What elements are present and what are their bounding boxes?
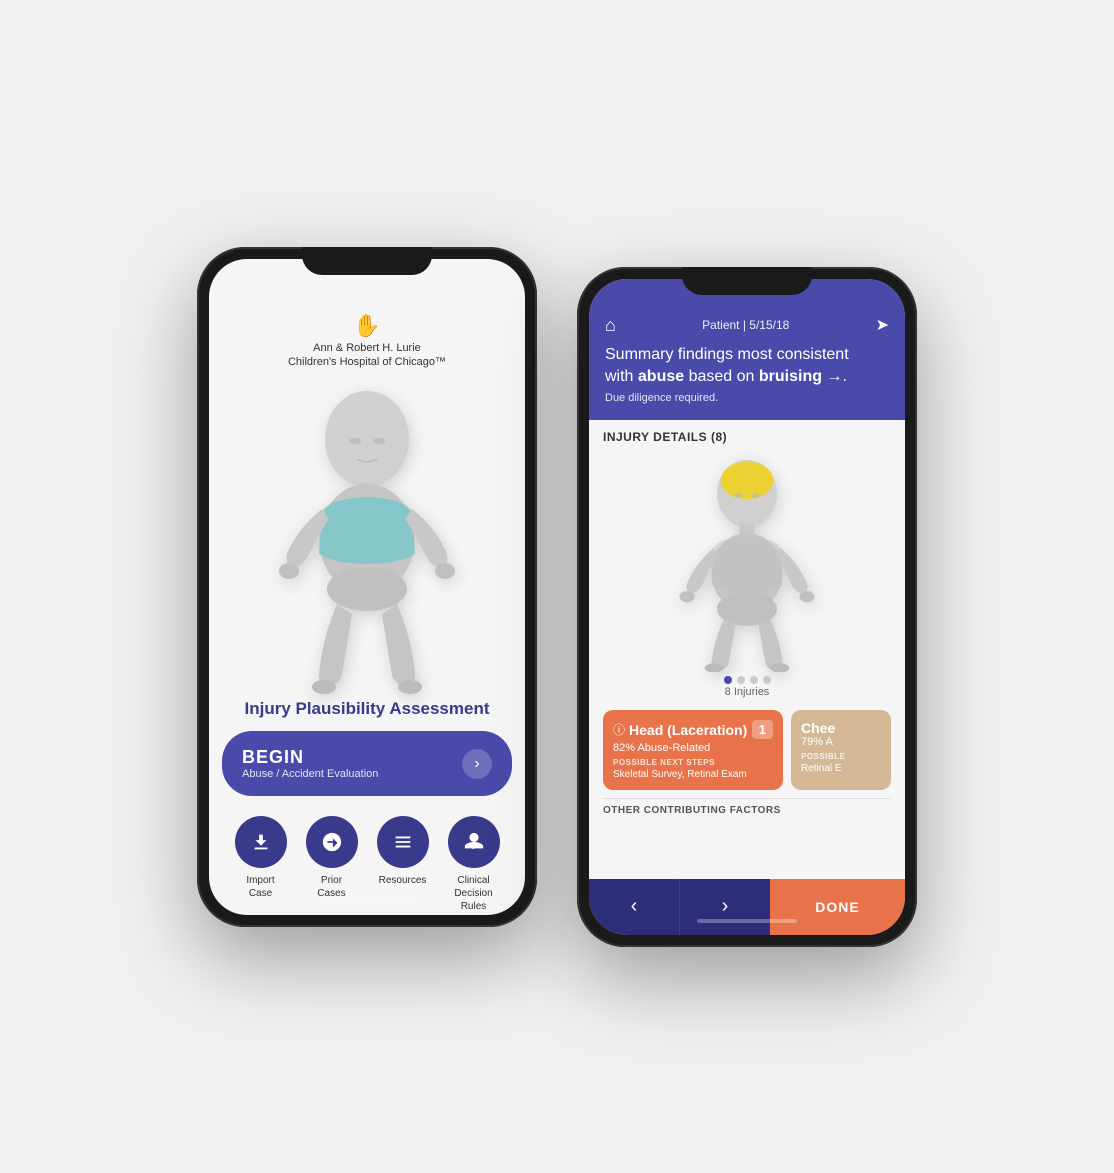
- clinical-decision-rules-label: ClinicalDecisionRules: [454, 874, 492, 913]
- injury-badge: 1: [752, 720, 773, 739]
- prior-cases-icon: [306, 816, 358, 868]
- body-container-left: Injury Plausibility Assessment BEGIN Abu…: [209, 379, 525, 914]
- other-contributing-title: OTHER CONTRIBUTING FACTORS: [603, 805, 891, 816]
- due-diligence: Due diligence required.: [605, 392, 889, 404]
- injury-cards: ⓘ Head (Laceration) 1 82% Abuse-Related …: [603, 710, 891, 790]
- resources-label: Resources: [379, 874, 427, 887]
- clinical-decision-rules-button[interactable]: ClinicalDecisionRules: [448, 816, 500, 913]
- cheek-next-val: Retinal E: [801, 763, 881, 774]
- send-icon[interactable]: ➤: [876, 315, 889, 335]
- phone2-header: ⌂ Patient | 5/15/18 ➤ Summary findings m…: [589, 279, 905, 421]
- logo-icon: ✋: [288, 313, 446, 339]
- done-button[interactable]: DONE: [770, 879, 905, 935]
- next-steps-label: POSSIBLE NEXT STEPS: [613, 758, 773, 767]
- injury-title: INJURY DETAILS (8): [603, 430, 891, 444]
- prev-button[interactable]: ‹: [589, 879, 679, 935]
- dot-2: [737, 676, 745, 684]
- dot-3: [750, 676, 758, 684]
- home-bar-left: [317, 899, 417, 903]
- injuries-count: 8 Injuries: [725, 686, 770, 698]
- dots-row: [724, 676, 771, 684]
- import-case-icon: [235, 816, 287, 868]
- screen-right: ⌂ Patient | 5/15/18 ➤ Summary findings m…: [589, 279, 905, 935]
- next-button[interactable]: ›: [679, 879, 770, 935]
- injury-section: INJURY DETAILS (8): [589, 420, 905, 878]
- baby-model-right: 8 Injuries: [603, 452, 891, 704]
- begin-button[interactable]: BEGIN Abuse / Accident Evaluation ›: [222, 731, 512, 796]
- logo-text: Ann & Robert H. Lurie Children's Hospita…: [288, 341, 446, 370]
- hospital-logo: ✋ Ann & Robert H. Lurie Children's Hospi…: [278, 303, 456, 380]
- begin-label: BEGIN: [242, 747, 378, 768]
- injury-card-cheek[interactable]: Chee 79% A POSSIBLE Retinal E: [791, 710, 891, 790]
- clinical-decision-rules-icon: [448, 816, 500, 868]
- notch-right: [682, 267, 812, 295]
- dot-1: [724, 676, 732, 684]
- bottom-nav: ‹ › DONE: [589, 879, 905, 935]
- import-case-label: ImportCase: [246, 874, 274, 900]
- resources-icon: [377, 816, 429, 868]
- begin-arrow-icon: ›: [462, 749, 492, 779]
- begin-sub: Abuse / Accident Evaluation: [242, 768, 378, 780]
- phone-right: ⌂ Patient | 5/15/18 ➤ Summary findings m…: [577, 267, 917, 947]
- baby-figure-left: [257, 379, 477, 699]
- injury-card-head[interactable]: ⓘ Head (Laceration) 1 82% Abuse-Related …: [603, 710, 783, 790]
- warn-icon: ⓘ: [613, 721, 625, 738]
- other-contributing-section: OTHER CONTRIBUTING FACTORS: [603, 798, 891, 816]
- scene: ✋ Ann & Robert H. Lurie Children's Hospi…: [157, 167, 957, 1007]
- summary-text: Summary findings most consistent with ab…: [605, 344, 889, 389]
- notch-left: [302, 247, 432, 275]
- patient-date: Patient | 5/15/18: [702, 318, 789, 332]
- abuse-pct: 82% Abuse-Related: [613, 742, 773, 754]
- cheek-pct: 79% A: [801, 736, 881, 748]
- head-laceration-title: Head (Laceration): [629, 722, 747, 738]
- home-bar-right: [697, 919, 797, 923]
- cheek-title: Chee: [801, 720, 881, 736]
- import-case-button[interactable]: ImportCase: [235, 816, 287, 913]
- baby-figure-right: [672, 452, 822, 672]
- screen-left: ✋ Ann & Robert H. Lurie Children's Hospi…: [209, 259, 525, 915]
- assessment-title: Injury Plausibility Assessment: [224, 699, 509, 719]
- cheek-next-label: POSSIBLE: [801, 752, 881, 761]
- next-steps-val: Skeletal Survey, Retinal Exam: [613, 769, 773, 780]
- phone-left: ✋ Ann & Robert H. Lurie Children's Hospi…: [197, 247, 537, 927]
- prior-cases-label: PriorCases: [317, 874, 345, 900]
- home-icon[interactable]: ⌂: [605, 315, 616, 336]
- dot-4: [763, 676, 771, 684]
